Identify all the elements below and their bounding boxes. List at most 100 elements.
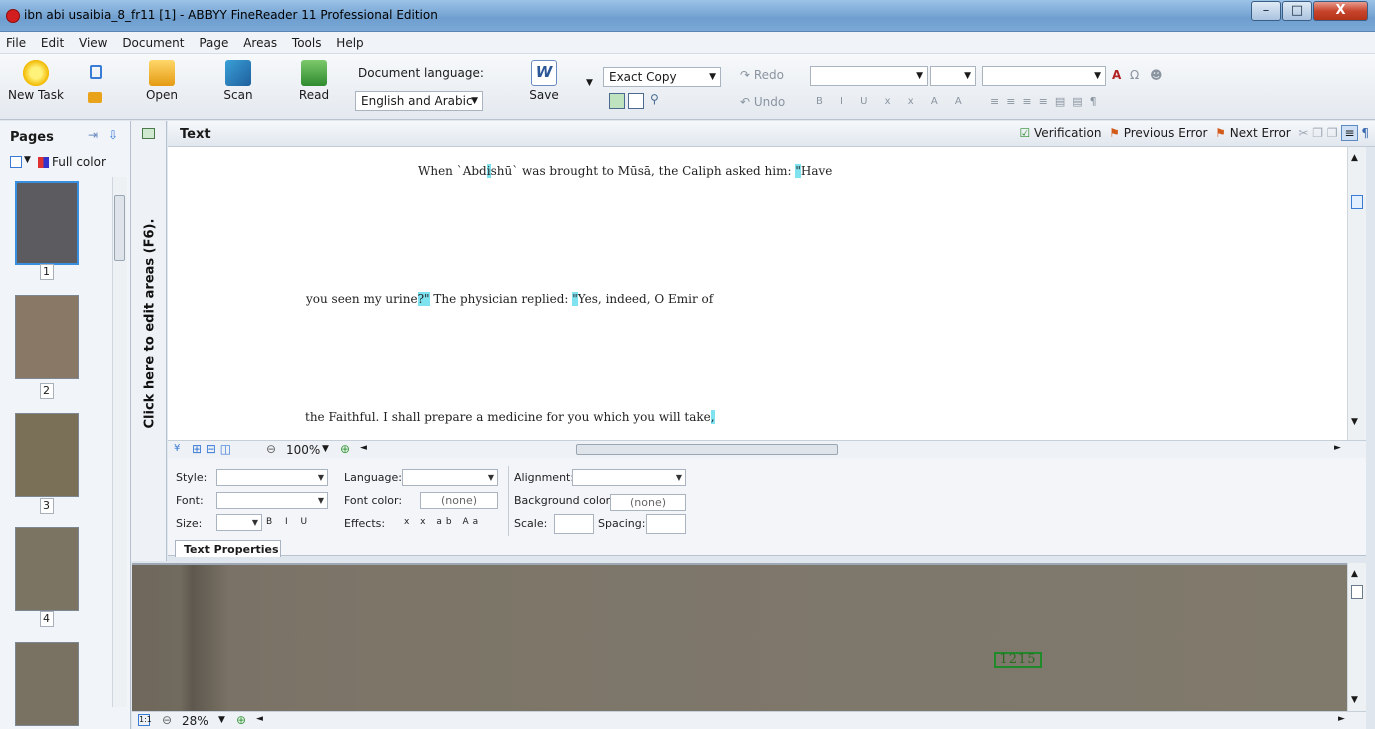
image-panel-icon[interactable] bbox=[142, 128, 155, 139]
menu-edit[interactable]: Edit bbox=[35, 32, 69, 50]
pages-scroll-thumb[interactable] bbox=[114, 195, 125, 261]
menu-areas[interactable]: Areas bbox=[237, 32, 282, 50]
page-marker-icon[interactable] bbox=[1351, 195, 1363, 209]
minimize-button[interactable]: – bbox=[1251, 1, 1281, 21]
font-color-label: Font color: bbox=[344, 494, 403, 507]
scroll-right-icon[interactable]: ► bbox=[1334, 443, 1341, 453]
font-dropdown[interactable]: ▼ bbox=[216, 492, 328, 509]
title-bar: ibn abi usaibia_8_fr11 [1] - ABBYY FineR… bbox=[0, 0, 1375, 32]
scale-input[interactable] bbox=[554, 514, 594, 534]
doc-icon[interactable] bbox=[90, 65, 102, 79]
chevron-down-icon[interactable]: ▼ bbox=[322, 444, 329, 454]
image-zoom-value[interactable]: 28% bbox=[182, 714, 209, 728]
page-image-view[interactable] bbox=[132, 563, 1347, 711]
chevron-down-icon: ▼ bbox=[916, 71, 923, 81]
page-thumbnail-4[interactable] bbox=[15, 527, 79, 611]
menu-help[interactable]: Help bbox=[330, 32, 368, 50]
menu-page[interactable]: Page bbox=[193, 32, 233, 50]
save-dropdown-arrow-icon[interactable]: ▼ bbox=[586, 78, 593, 88]
font-style-dropdown[interactable]: ▼ bbox=[810, 66, 928, 86]
zoom-in-icon[interactable]: ⊕ bbox=[340, 442, 350, 456]
tab-text-properties[interactable]: Text Properties bbox=[175, 540, 281, 557]
page-view-icon[interactable] bbox=[628, 93, 644, 109]
menu-tools[interactable]: Tools bbox=[286, 32, 327, 50]
text-vertical-scrollbar[interactable]: ▲ ▼ ▼ bbox=[1347, 147, 1366, 456]
document-language-label: Document language: bbox=[358, 66, 484, 80]
text-properties-panel: Style: ▼ Font: ▼ Size: ▼ B I U Language:… bbox=[168, 458, 1366, 556]
chevron-down-icon[interactable]: ▼ bbox=[218, 715, 225, 725]
close-button[interactable]: X bbox=[1313, 1, 1368, 21]
text-editor[interactable]: When `Abdishū` was brought to Mūsā, the … bbox=[168, 147, 1347, 440]
scroll-up-icon[interactable]: ▲ bbox=[1351, 569, 1358, 579]
document-language-dropdown[interactable]: English and Arabic ▼ bbox=[355, 91, 483, 111]
font-color-box[interactable]: (none) bbox=[420, 492, 498, 509]
edit-areas-hint[interactable]: Click here to edit areas (F6). bbox=[143, 219, 158, 429]
menu-view[interactable]: View bbox=[73, 32, 112, 50]
pages-arrow-icon[interactable]: ⇥ bbox=[88, 128, 98, 142]
scroll-down-icon[interactable]: ▼ bbox=[1351, 695, 1358, 705]
maximize-button[interactable]: □ bbox=[1282, 1, 1312, 21]
page-view-mode-icon[interactable] bbox=[10, 156, 22, 168]
fit-page-icon[interactable]: 1:1 bbox=[138, 714, 152, 726]
layout-view-icon[interactable] bbox=[609, 93, 625, 109]
view-split-icons[interactable]: ⊞ ⊟ ◫ bbox=[192, 442, 231, 456]
redo-button[interactable]: ↷ Redo bbox=[740, 68, 784, 82]
scroll-right-icon[interactable]: ► bbox=[1338, 714, 1345, 724]
copy-icon[interactable]: ❐ bbox=[1312, 126, 1323, 140]
pilcrow-icon[interactable]: ¶ bbox=[1361, 126, 1369, 140]
alignment-dropdown[interactable]: ▼ bbox=[572, 469, 686, 486]
scroll-up-icon[interactable]: ▲ bbox=[1351, 153, 1358, 163]
show-highlights-icon[interactable]: ≡ bbox=[1341, 125, 1358, 141]
font-name-dropdown[interactable]: ▼ bbox=[982, 66, 1106, 86]
collapse-icon[interactable]: ¥ bbox=[174, 443, 180, 454]
language-dropdown[interactable]: ▼ bbox=[402, 469, 498, 486]
recognition-mode-dropdown[interactable]: Exact Copy ▼ bbox=[603, 67, 721, 87]
background-color-box[interactable]: (none) bbox=[610, 494, 686, 511]
text-color-icon[interactable]: A bbox=[1112, 68, 1121, 82]
color-mode-label[interactable]: Full color bbox=[52, 155, 106, 169]
page-thumbnail-1[interactable] bbox=[15, 181, 79, 265]
style-dropdown[interactable]: ▼ bbox=[216, 469, 328, 486]
menu-file[interactable]: File bbox=[0, 32, 31, 50]
zoom-out-icon[interactable]: ⊖ bbox=[266, 442, 276, 456]
magnifier-icon[interactable]: ⚲ bbox=[650, 92, 659, 106]
size-dropdown[interactable]: ▼ bbox=[216, 514, 262, 531]
zoom-out-icon[interactable]: ⊖ bbox=[162, 713, 172, 727]
cut-icon[interactable]: ✂ bbox=[1298, 126, 1308, 140]
open-button[interactable]: Open bbox=[140, 60, 184, 102]
pages-sort-icon[interactable]: ⇩ bbox=[108, 128, 118, 142]
size-label: Size: bbox=[176, 517, 203, 530]
insert-symbol-icon[interactable]: ☻ bbox=[1150, 68, 1163, 82]
scroll-down-icon[interactable]: ▼ bbox=[1351, 417, 1358, 427]
next-error-button[interactable]: ⚑ Next Error bbox=[1215, 126, 1291, 140]
paste-icon[interactable]: ❐ bbox=[1327, 126, 1338, 140]
text-zoom-value[interactable]: 100% bbox=[286, 443, 320, 457]
page-marker-icon[interactable] bbox=[1351, 585, 1363, 599]
page-thumbnail-2[interactable] bbox=[15, 295, 79, 379]
verification-button[interactable]: ☑ Verification bbox=[1019, 126, 1101, 140]
undo-button[interactable]: ↶ Undo bbox=[740, 95, 785, 109]
previous-error-button[interactable]: ⚑ Previous Error bbox=[1109, 126, 1207, 140]
spacing-input[interactable] bbox=[646, 514, 686, 534]
edit-areas-strip[interactable]: Click here to edit areas (F6). bbox=[131, 121, 167, 561]
scroll-left-icon[interactable]: ◄ bbox=[256, 714, 263, 724]
style-label: Style: bbox=[176, 471, 208, 484]
zoom-in-icon[interactable]: ⊕ bbox=[236, 713, 246, 727]
page-thumbnail-5[interactable] bbox=[15, 642, 79, 726]
horizontal-scroll-thumb[interactable] bbox=[576, 444, 838, 455]
font-size-dropdown[interactable]: ▼ bbox=[930, 66, 976, 86]
image-vertical-scrollbar[interactable]: ▲ ▼ bbox=[1347, 563, 1366, 711]
chevron-down-icon[interactable]: ▼ bbox=[24, 155, 31, 165]
scan-button[interactable]: Scan bbox=[216, 60, 260, 102]
new-task-button[interactable]: New Task bbox=[6, 60, 66, 102]
folder-small-icon[interactable] bbox=[88, 92, 102, 103]
chevron-down-icon: ▼ bbox=[487, 473, 494, 482]
menu-document[interactable]: Document bbox=[116, 32, 189, 50]
save-button[interactable]: W Save bbox=[522, 60, 566, 102]
special-char-icon[interactable]: Ω bbox=[1130, 68, 1139, 82]
page-thumbnail-3[interactable] bbox=[15, 413, 79, 497]
text-horizontal-scrollbar[interactable]: ¥ ⊞ ⊟ ◫ ⊖ 100% ▼ ⊕ ◄ ► bbox=[168, 440, 1366, 458]
recognized-area-page-number[interactable]: 1215 bbox=[994, 652, 1042, 668]
scroll-left-icon[interactable]: ◄ bbox=[360, 443, 367, 453]
read-button[interactable]: Read bbox=[292, 60, 336, 102]
